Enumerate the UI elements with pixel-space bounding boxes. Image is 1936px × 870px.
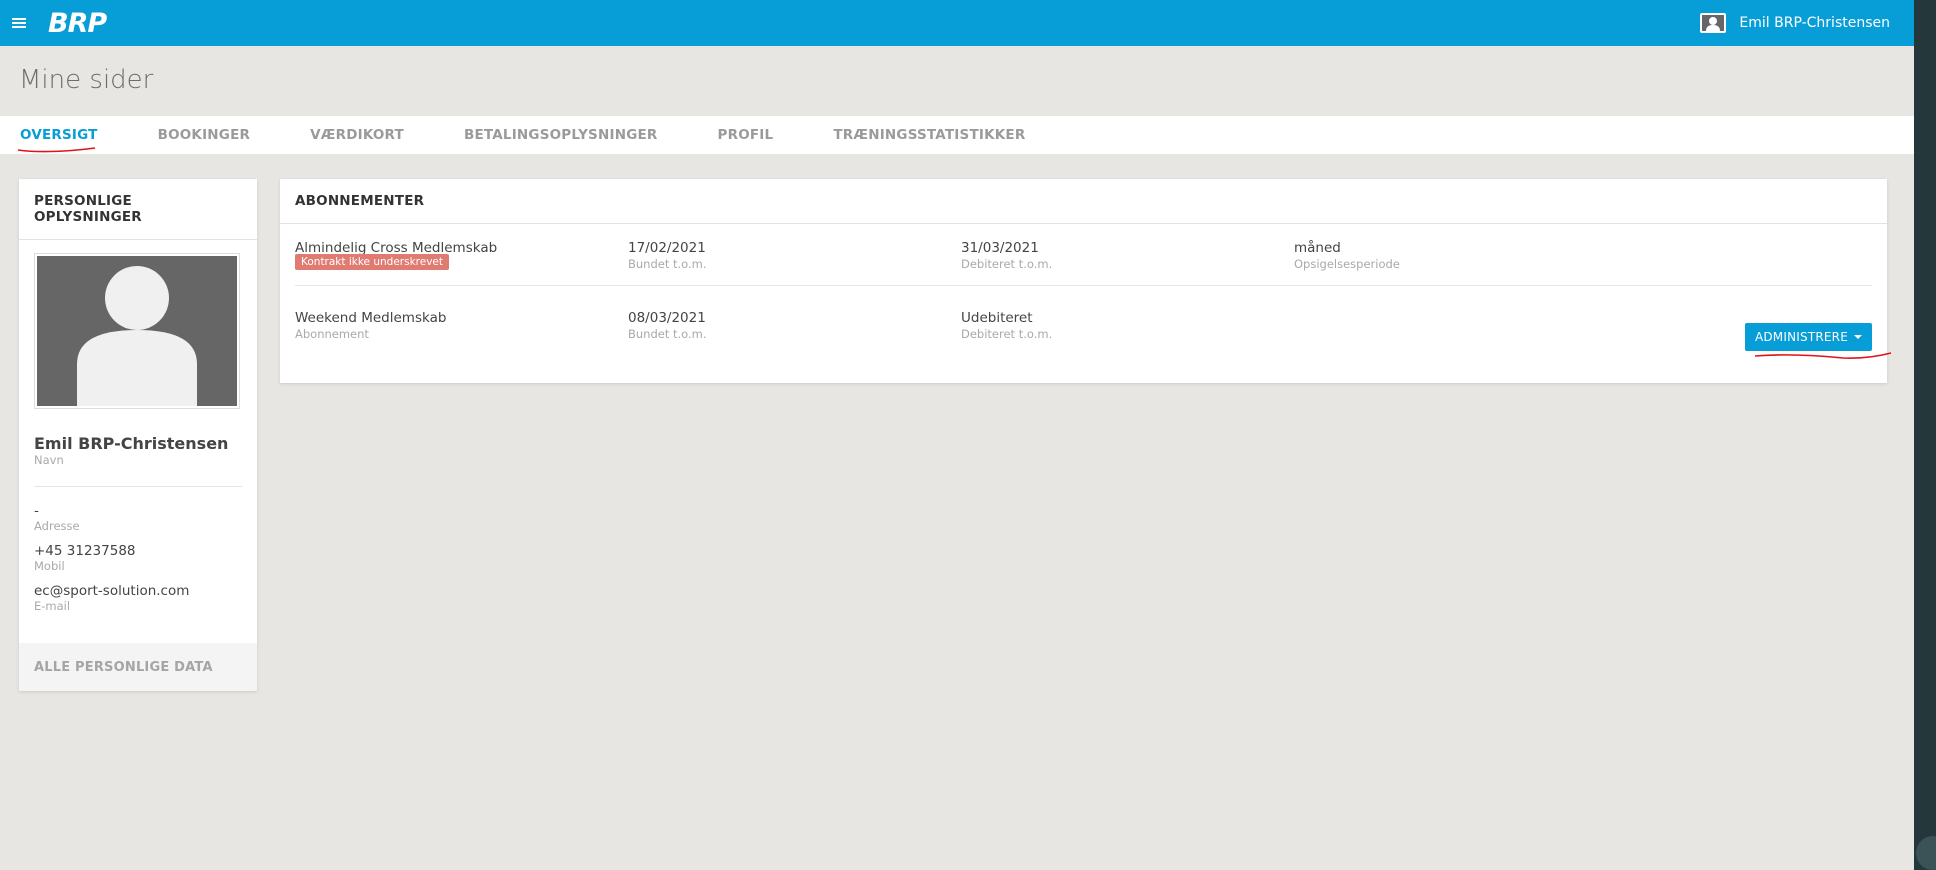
subscription-name-col: Weekend Medlemskab Abonnement — [295, 310, 446, 341]
bound-value: 17/02/2021 — [628, 240, 706, 256]
contract-unsigned-badge: Kontrakt ikke underskrevet — [295, 254, 449, 270]
email-label: E-mail — [34, 599, 71, 613]
user-name: Emil BRP-Christensen — [1739, 15, 1890, 31]
tab-bar: OVERSIGT BOOKINGER VÆRDIKORT BETALINGSOP… — [0, 116, 1914, 154]
bound-col: 08/03/2021 Bundet t.o.m. — [628, 310, 707, 341]
bound-col: 17/02/2021 Bundet t.o.m. — [628, 240, 707, 271]
user-menu[interactable]: Emil BRP-Christensen — [1700, 13, 1890, 33]
avatar-placeholder-icon — [37, 256, 237, 406]
app-frame: BRP Emil BRP-Christensen Mine sider OVER… — [0, 0, 1914, 870]
administrere-label: ADMINISTRERE — [1754, 330, 1848, 344]
bound-label: Bundet t.o.m. — [628, 257, 707, 271]
tab-profil[interactable]: PROFIL — [718, 127, 774, 143]
tab-label: OVERSIGT — [20, 127, 98, 143]
notice-value: måned — [1294, 240, 1341, 256]
tab-traeningsstatistikker[interactable]: TRÆNINGSSTATISTIKKER — [833, 127, 1025, 143]
page-title: Mine sider — [19, 65, 154, 95]
debited-col: Udebiteret Debiteret t.o.m. — [961, 310, 1052, 341]
administrere-button[interactable]: ADMINISTRERE — [1744, 323, 1872, 351]
address-label: Adresse — [34, 519, 80, 533]
caret-down-icon — [1854, 335, 1862, 339]
subscription-row: Weekend Medlemskab Abonnement 08/03/2021… — [295, 286, 1872, 346]
debited-label: Debiteret t.o.m. — [961, 327, 1053, 341]
bound-value: 08/03/2021 — [628, 310, 706, 326]
debited-col: 31/03/2021 Debiteret t.o.m. — [961, 240, 1052, 271]
subscriptions-header: ABONNEMENTER — [280, 179, 1887, 224]
notice-label: Opsigelsesperiode — [1294, 257, 1400, 271]
all-personal-data-link[interactable]: ALLE PERSONLIGE DATA — [19, 643, 257, 691]
top-bar: BRP Emil BRP-Christensen — [0, 0, 1914, 46]
personal-info-header: PERSONLIGE OPLYSNINGER — [19, 179, 257, 240]
tab-oversigt[interactable]: OVERSIGT — [17, 127, 98, 153]
bound-label: Bundet t.o.m. — [628, 327, 707, 341]
debited-value: Udebiteret — [961, 310, 1033, 326]
brp-logo[interactable]: BRP — [48, 8, 107, 39]
email-value: ec@sport-solution.com — [34, 583, 190, 599]
tab-bookinger[interactable]: BOOKINGER — [158, 127, 251, 143]
mobile-value: +45 31237588 — [34, 543, 136, 559]
notice-col: måned Opsigelsesperiode — [1294, 240, 1400, 271]
name-label: Navn — [34, 453, 64, 467]
personal-info-card: PERSONLIGE OPLYSNINGER Emil BRP-Christen… — [19, 179, 257, 691]
subscription-name-label: Abonnement — [295, 327, 369, 341]
window-edge — [1914, 0, 1936, 870]
person-name: Emil BRP-Christensen — [34, 434, 229, 453]
debited-value: 31/03/2021 — [961, 240, 1039, 256]
subscription-row: Almindelig Cross Medlemskab Abonnement 1… — [295, 224, 1872, 286]
annotation-underline — [1754, 352, 1892, 359]
annotation-underline — [17, 147, 96, 153]
subscriptions-card: ABONNEMENTER Almindelig Cross Medlemskab… — [280, 179, 1887, 383]
menu-icon[interactable] — [12, 18, 26, 28]
tab-vaerdikort[interactable]: VÆRDIKORT — [310, 127, 404, 143]
user-avatar-icon — [1700, 13, 1727, 33]
tab-betalingsoplysninger[interactable]: BETALINGSOPLYSNINGER — [464, 127, 658, 143]
mobile-label: Mobil — [34, 559, 65, 573]
divider — [34, 486, 242, 487]
profile-photo — [34, 253, 240, 409]
subscription-name: Weekend Medlemskab — [295, 310, 447, 326]
debited-label: Debiteret t.o.m. — [961, 257, 1053, 271]
address-value: - — [34, 503, 39, 519]
